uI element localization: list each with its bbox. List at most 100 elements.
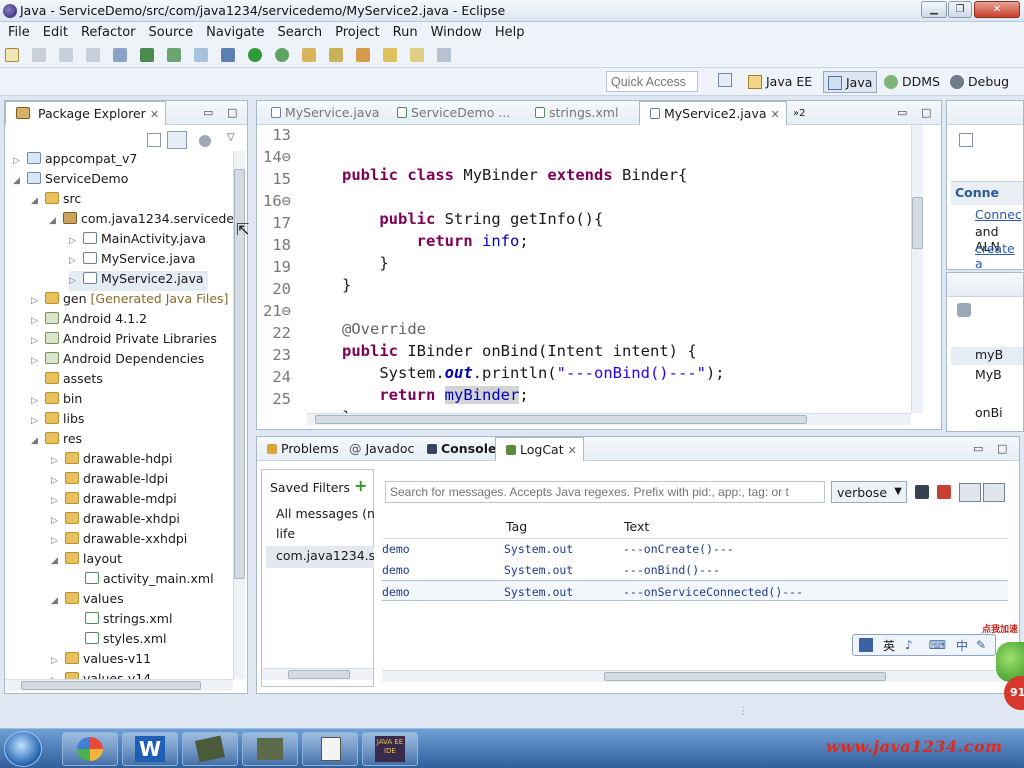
tree-item-assets[interactable]: assets: [31, 371, 103, 391]
tree-item-src[interactable]: ◢ src: [31, 191, 81, 211]
tree-item-myservice2[interactable]: ▷ MyService2.java: [69, 271, 208, 291]
tree-item-bin[interactable]: ▷ bin: [31, 391, 82, 411]
open-task-icon[interactable]: [328, 48, 343, 62]
menu-source[interactable]: Source: [149, 25, 194, 40]
tab-myservice[interactable]: MyService.java: [261, 101, 386, 125]
logcat-horizontal-scrollbar[interactable]: [382, 670, 1008, 682]
log-level-select[interactable]: verbose ▼: [831, 481, 907, 503]
taskbar-app-5[interactable]: [302, 732, 358, 766]
save-all-icon[interactable]: [58, 48, 73, 62]
speedup-label[interactable]: 点我加速: [982, 622, 1018, 635]
horizontal-scrollbar[interactable]: [5, 679, 233, 691]
logcat-row[interactable]: demo System.out ---onBind()---: [382, 559, 1008, 580]
tab-logcat[interactable]: LogCat ✕: [495, 437, 584, 461]
menu-edit[interactable]: Edit: [43, 25, 68, 40]
tree-item-drawable-ldpi[interactable]: ▷ drawable-ldpi: [51, 471, 168, 491]
open-perspective-icon[interactable]: [718, 73, 732, 87]
taskbar-app-3[interactable]: [182, 732, 238, 766]
filters-horizontal-scrollbar[interactable]: [262, 668, 373, 680]
tab-problems[interactable]: Problems: [257, 437, 345, 461]
menu-search[interactable]: Search: [277, 25, 322, 40]
minimize-view-icon[interactable]: ▭: [973, 442, 983, 455]
filter-all-messages[interactable]: All messages (nc: [266, 506, 374, 526]
maximize-view-icon[interactable]: □: [227, 106, 237, 119]
speed-badge[interactable]: 91: [1004, 676, 1024, 710]
tree-item-gen[interactable]: ▷ gen [Generated Java Files]: [31, 291, 228, 311]
taskbar-eclipse[interactable]: JAVA EE IDE: [362, 732, 418, 766]
column-text[interactable]: Text: [624, 519, 649, 534]
scrollbar-thumb[interactable]: [604, 672, 886, 681]
scrollbar-thumb[interactable]: [315, 415, 807, 424]
tree-item-strings-xml[interactable]: strings.xml: [71, 611, 172, 631]
tree-item-mainactivity[interactable]: ▷ MainActivity.java: [69, 231, 206, 251]
clear-log-icon[interactable]: [937, 485, 951, 499]
tree-item-activity-main[interactable]: activity_main.xml: [71, 571, 214, 591]
perspective-java[interactable]: Java: [823, 71, 878, 93]
toggle-filters-icon[interactable]: [959, 483, 981, 502]
perspective-java-ee[interactable]: Java EE: [744, 71, 816, 93]
print-icon[interactable]: [85, 48, 100, 62]
tree-item-values[interactable]: ◢ values: [51, 591, 124, 611]
skip-breakpoints-icon[interactable]: [112, 48, 127, 62]
ime-keyboard-icon[interactable]: ⌨: [929, 638, 946, 652]
maximize-view-icon[interactable]: □: [997, 442, 1007, 455]
tree-item-package[interactable]: ◢ com.java1234.serviceden: [49, 211, 242, 231]
scroll-lock-icon[interactable]: [983, 483, 1005, 502]
taskbar-word[interactable]: W: [122, 732, 178, 766]
menu-refactor[interactable]: Refactor: [81, 25, 136, 40]
close-icon[interactable]: ✕: [771, 108, 780, 121]
close-icon[interactable]: ✕: [150, 108, 159, 121]
menu-navigate[interactable]: Navigate: [206, 25, 264, 40]
outline-item-mybinder-class[interactable]: MyB: [975, 367, 1002, 382]
resize-handle-icon[interactable]: ⋮: [738, 706, 748, 717]
more-tabs-button[interactable]: »2: [785, 101, 811, 125]
scrollbar-thumb[interactable]: [912, 197, 923, 249]
perspective-ddms[interactable]: DDMS: [880, 71, 944, 93]
tree-item-drawable-xhdpi[interactable]: ▷ drawable-xhdpi: [51, 511, 180, 531]
tree-item-res[interactable]: ◢ res: [31, 431, 82, 451]
collapse-all-icon[interactable]: [147, 133, 161, 147]
close-button[interactable]: ✕: [974, 1, 1020, 18]
tree-item-layout[interactable]: ◢ layout: [51, 551, 122, 571]
next-annotation-icon[interactable]: [382, 48, 397, 62]
filter-package[interactable]: com.java1234.ser: [266, 546, 374, 568]
tree-item-dependencies[interactable]: ▷ Android Dependencies: [31, 351, 204, 371]
sort-icon[interactable]: [957, 303, 971, 317]
filter-life[interactable]: life: [266, 526, 374, 546]
chevron-down-icon[interactable]: ▽: [227, 132, 235, 143]
run-icon[interactable]: [247, 48, 262, 62]
view-menu-icon[interactable]: [199, 135, 211, 147]
taskbar-media-player[interactable]: [62, 732, 118, 766]
tree-item-android-412[interactable]: ▷ Android 4.1.2: [31, 311, 147, 331]
create-link[interactable]: create a: [975, 241, 1023, 269]
ime-mode-icon[interactable]: 中: [956, 637, 968, 654]
outline-item-onbind[interactable]: onBi: [975, 405, 1003, 420]
maximize-view-icon[interactable]: □: [921, 106, 931, 119]
menu-window[interactable]: Window: [431, 25, 482, 40]
tree-item-myservice[interactable]: ▷ MyService.java: [69, 251, 196, 271]
tab-javadoc[interactable]: @ Javadoc: [341, 437, 420, 461]
tab-servicedemo-manifest[interactable]: ServiceDemo ...: [387, 101, 516, 125]
tab-console[interactable]: Console: [417, 437, 502, 461]
ime-moon-icon[interactable]: ♪: [905, 638, 913, 652]
close-icon[interactable]: ✕: [568, 444, 577, 457]
menu-help[interactable]: Help: [495, 25, 525, 40]
save-icon[interactable]: [31, 48, 46, 62]
tree-item-values-v11[interactable]: ▷ values-v11: [51, 651, 151, 671]
scrollbar-thumb[interactable]: [288, 670, 350, 679]
menu-project[interactable]: Project: [335, 25, 379, 40]
connect-link[interactable]: Connec: [975, 207, 1022, 222]
forward-icon[interactable]: [436, 48, 451, 62]
tree-item-private-libs[interactable]: ▷ Android Private Libraries: [31, 331, 217, 351]
start-button-icon[interactable]: [4, 731, 42, 767]
tree-item-drawable-mdpi[interactable]: ▷ drawable-mdpi: [51, 491, 177, 511]
ime-logo-icon[interactable]: [859, 638, 873, 652]
minimize-button[interactable]: ▁: [921, 1, 947, 18]
menu-run[interactable]: Run: [393, 25, 418, 40]
search-icon[interactable]: [355, 48, 370, 62]
menu-file[interactable]: File: [8, 25, 30, 40]
tree-item-servicedemo[interactable]: ◢ ServiceDemo: [13, 171, 128, 191]
logcat-row-selected[interactable]: demo System.out ---onServiceConnected()---: [382, 580, 1008, 601]
android-sdk-icon[interactable]: [139, 48, 154, 62]
tree-item-values-v14[interactable]: ▷values-v14: [51, 671, 151, 679]
